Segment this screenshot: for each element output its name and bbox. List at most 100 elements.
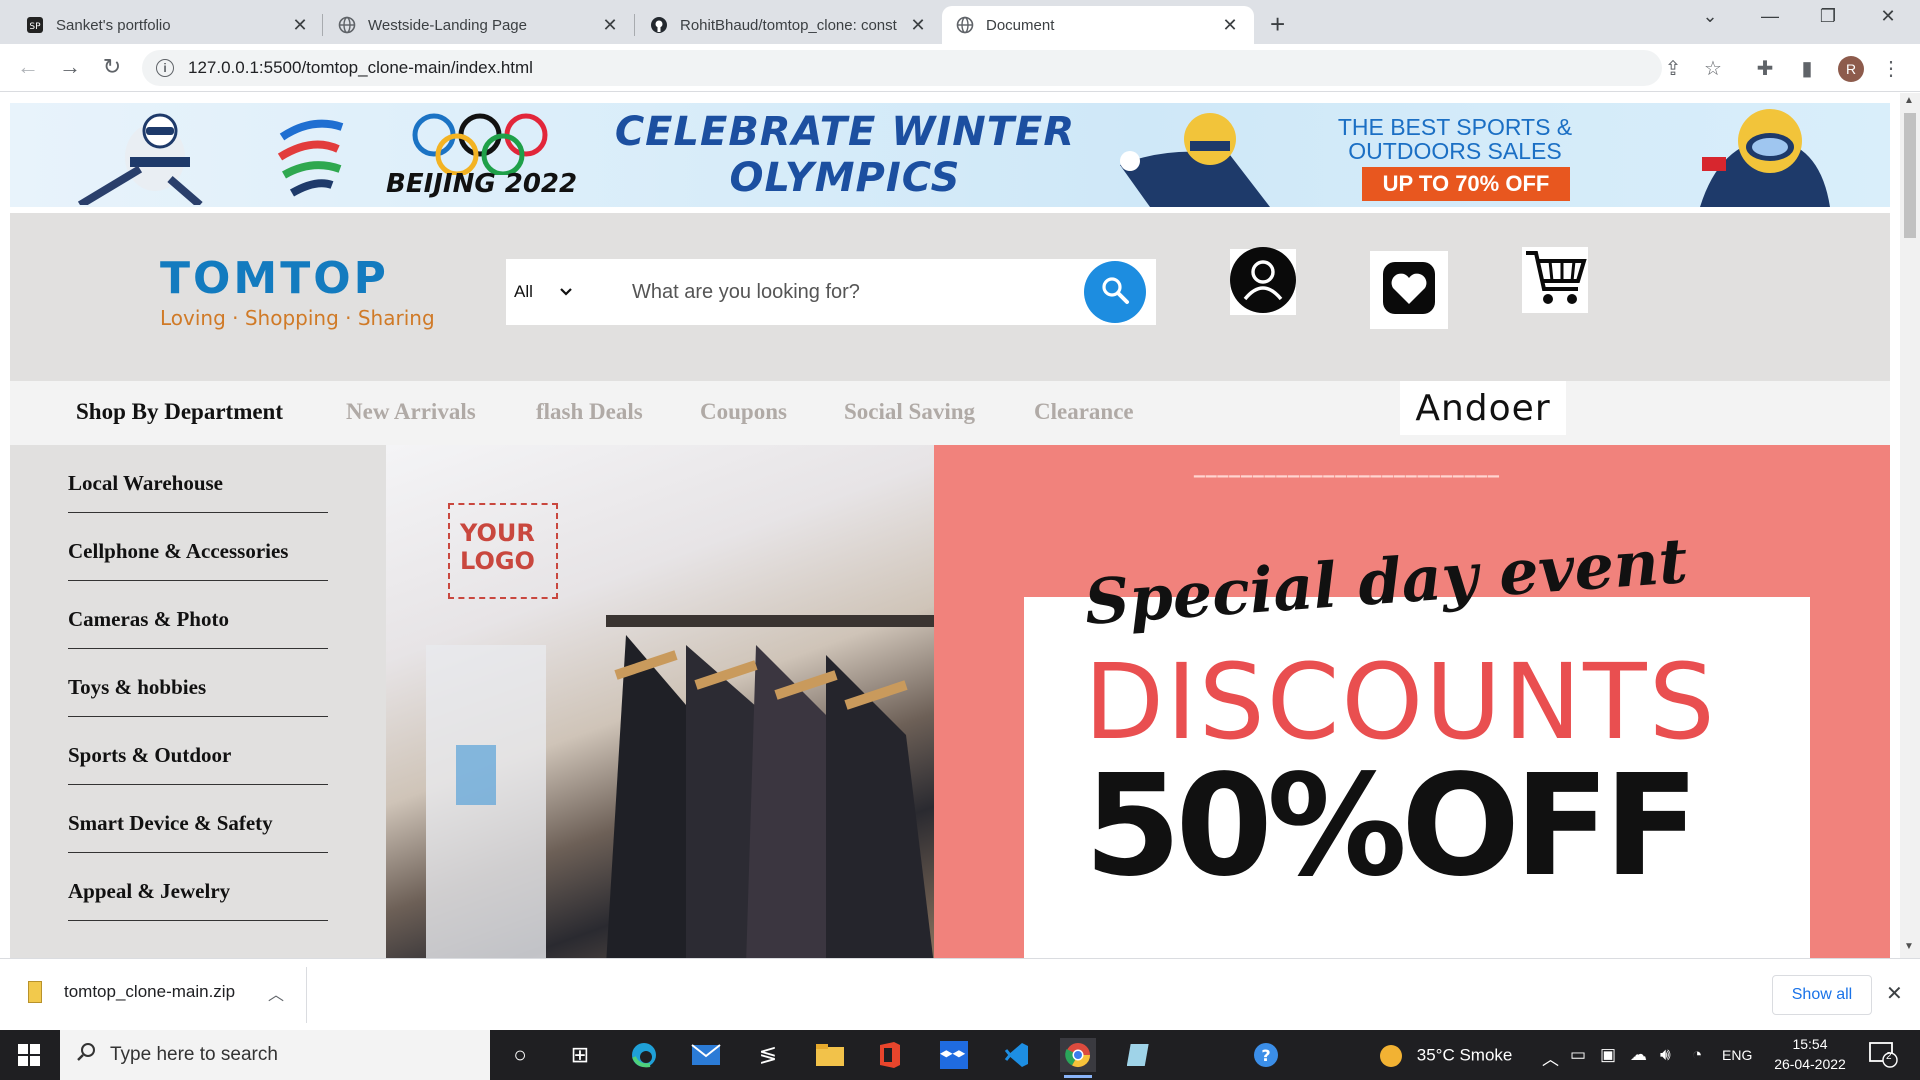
search-icon [76, 1042, 96, 1068]
tab-title: Westside-Landing Page [368, 16, 527, 34]
windows-start-icon[interactable] [18, 1044, 40, 1066]
help-icon[interactable]: ? [1248, 1038, 1284, 1072]
edge-browser-icon[interactable] [626, 1038, 662, 1072]
tomtop-logo[interactable]: TOMTOP Loving · Shopping · Sharing [160, 253, 435, 330]
sidebar-item-cameras[interactable]: Cameras & Photo [68, 581, 328, 649]
discount-panel: ▁▁▁▁▁▁▁▁▁▁▁▁▁▁▁▁▁▁▁▁▁▁▁▁▁▁ Special day e… [934, 445, 1890, 958]
github-icon [650, 16, 668, 34]
nav-shop-by-department[interactable]: Shop By Department [76, 399, 283, 425]
minimize-icon[interactable]: — [1758, 6, 1782, 27]
chevron-up-icon[interactable]: ︿ [268, 981, 284, 1005]
scrollbar-thumb[interactable] [1904, 113, 1916, 238]
wishlist-button[interactable] [1370, 251, 1448, 329]
tab-document[interactable]: Document ✕ [942, 6, 1254, 44]
chevron-up-icon[interactable]: ︿ [1542, 1045, 1559, 1070]
tab-divider [634, 14, 635, 36]
search-input[interactable] [616, 280, 1084, 304]
banner-offer-badge[interactable]: UP TO 70% OFF [1362, 167, 1570, 201]
forward-arrow-icon[interactable]: → [56, 54, 84, 80]
show-all-button[interactable]: Show all [1772, 975, 1872, 1015]
site-header: TOMTOP Loving · Shopping · Sharing All [10, 213, 1890, 381]
download-shelf: tomtop_clone-main.zip ︿ Show all ✕ [0, 958, 1920, 1030]
close-icon[interactable]: ✕ [1220, 15, 1240, 36]
language-indicator[interactable]: ENG [1722, 1047, 1752, 1063]
task-view-icon[interactable]: ⊞ [562, 1038, 598, 1072]
tab-westside[interactable]: Westside-Landing Page ✕ [324, 6, 634, 44]
svg-text:SP: SP [29, 22, 41, 32]
close-icon[interactable]: ✕ [908, 15, 928, 36]
close-icon[interactable]: ✕ [600, 15, 620, 36]
winter-olympics-banner[interactable]: BEIJING 2022 CELEBRATE WINTER OLYMPICS T… [10, 103, 1890, 207]
reload-icon[interactable]: ↻ [98, 54, 126, 80]
file-explorer-icon[interactable] [812, 1038, 848, 1072]
scroll-down-icon[interactable]: ▼ [1904, 941, 1914, 952]
nav-social-saving[interactable]: Social Saving [844, 399, 975, 425]
office-icon[interactable] [872, 1038, 908, 1072]
system-clock[interactable]: 15:54 26-04-2022 [1770, 1034, 1850, 1074]
device-icon[interactable]: ▣ [1600, 1045, 1616, 1065]
cortana-icon[interactable]: ○ [502, 1038, 538, 1072]
search-button[interactable] [1084, 261, 1146, 323]
account-button[interactable] [1230, 246, 1296, 315]
tab-sankets-portfolio[interactable]: SP Sanket's portfolio ✕ [12, 6, 324, 44]
sidebar-item-cellphone[interactable]: Cellphone & Accessories [68, 513, 328, 581]
back-arrow-icon[interactable]: ← [14, 54, 42, 80]
sidebar-item-sports[interactable]: Sports & Outdoor [68, 717, 328, 785]
nav-clearance[interactable]: Clearance [1034, 399, 1134, 425]
weather-widget[interactable]: 35°C Smoke [1380, 1045, 1512, 1067]
chrome-icon[interactable] [1060, 1038, 1096, 1078]
hero-fine-print: ▁▁▁▁▁▁▁▁▁▁▁▁▁▁▁▁▁▁▁▁▁▁▁▁▁▁ [1194, 461, 1500, 477]
globe-icon [338, 16, 356, 34]
search-icon [1100, 275, 1130, 310]
profile-avatar[interactable]: R [1838, 56, 1864, 82]
powershell-icon[interactable]: ≶ [750, 1038, 786, 1072]
search-bar: All [506, 259, 1156, 325]
notifications-button[interactable]: 2 [1868, 1040, 1898, 1073]
share-icon[interactable]: ⇪ [1660, 56, 1686, 81]
main-navigation: Shop By Department New Arrivals flash De… [10, 381, 1890, 445]
restore-icon[interactable]: ❐ [1816, 6, 1840, 27]
notepad-icon[interactable] [1122, 1038, 1158, 1072]
extensions-puzzle-icon[interactable]: ✚ [1752, 56, 1778, 81]
scroll-up-icon[interactable]: ▲ [1904, 95, 1914, 106]
nav-flash-deals[interactable]: flash Deals [536, 399, 643, 425]
battery-icon[interactable]: ▭ [1570, 1045, 1586, 1065]
andoer-partner-logo[interactable]: Andoer [1400, 381, 1566, 435]
page-scrollbar[interactable]: ▲ ▼ [1900, 93, 1920, 958]
sidebar-item-local-warehouse[interactable]: Local Warehouse [68, 445, 328, 513]
close-icon[interactable]: ✕ [290, 15, 310, 36]
cart-button[interactable] [1522, 247, 1588, 313]
vscode-icon[interactable] [998, 1038, 1034, 1072]
tab-title: RohitBhaud/tomtop_clone: const [680, 16, 897, 34]
download-item[interactable]: tomtop_clone-main.zip [28, 981, 235, 1003]
svg-text:?: ? [1261, 1046, 1270, 1065]
hero-carousel-slide[interactable]: YOUR LOGO ▁▁▁▁▁▁▁▁▁▁▁▁▁▁▁▁▁▁▁▁▁▁▁▁▁▁ Spe… [386, 445, 1890, 958]
speed-skater-illustration [1120, 113, 1270, 207]
new-tab-button[interactable]: + [1270, 9, 1285, 40]
sidebar-item-toys[interactable]: Toys & hobbies [68, 649, 328, 717]
bookmark-star-icon[interactable]: ☆ [1700, 56, 1726, 81]
volume-icon[interactable]: 🔊︎ [1660, 1045, 1671, 1065]
side-panel-icon[interactable]: ▮ [1794, 56, 1820, 81]
network-warning-icon[interactable]: ☁ [1630, 1045, 1647, 1065]
close-icon[interactable]: ✕ [1886, 981, 1903, 1006]
wifi-icon[interactable]: ◔ [1692, 1045, 1702, 1065]
url-text[interactable]: 127.0.0.1:5500/tomtop_clone-main/index.h… [188, 58, 533, 78]
window-close-icon[interactable]: ✕ [1876, 6, 1900, 27]
taskbar-search-box[interactable]: Type here to search [60, 1030, 490, 1080]
info-icon[interactable]: i [156, 59, 174, 77]
notification-icon [1868, 1042, 1898, 1072]
tab-github-repo[interactable]: RohitBhaud/tomtop_clone: const ✕ [636, 6, 942, 44]
category-select[interactable]: All [506, 282, 616, 302]
sidebar-item-smart-device[interactable]: Smart Device & Safety [68, 785, 328, 853]
sidebar-item-appeal-jewelry[interactable]: Appeal & Jewelry [68, 853, 328, 921]
nav-coupons[interactable]: Coupons [700, 399, 787, 425]
address-bar[interactable]: i 127.0.0.1:5500/tomtop_clone-main/index… [142, 50, 1662, 86]
nav-new-arrivals[interactable]: New Arrivals [346, 399, 476, 425]
windows-taskbar: Type here to search ○ ⊞ ≶ ? 35°C Smoke ︿… [0, 1030, 1920, 1080]
menu-kebab-icon[interactable]: ⋮ [1878, 56, 1904, 81]
banner-sales-text: THE BEST SPORTS & OUTDOORS SALES [1337, 114, 1573, 164]
mail-icon[interactable] [688, 1038, 724, 1072]
tab-search-icon[interactable]: ⌄ [1698, 6, 1722, 27]
dropbox-icon[interactable] [936, 1038, 972, 1072]
